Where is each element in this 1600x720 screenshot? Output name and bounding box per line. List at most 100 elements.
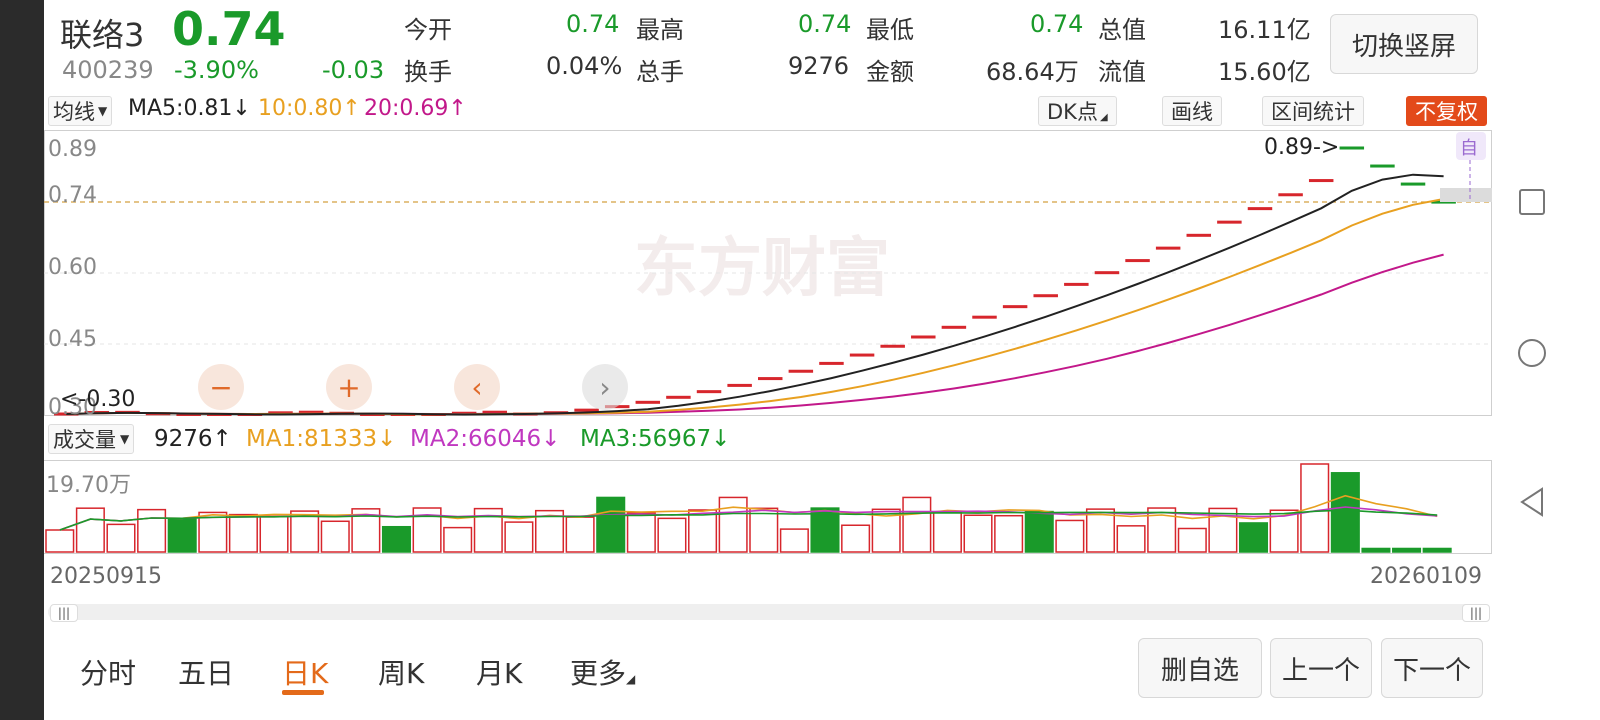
tab-five-day[interactable]: 五日 [178,652,234,692]
volume-bar [626,512,656,553]
candle [1002,305,1028,309]
tab-weekly-k[interactable]: 周K [378,652,424,692]
next-stock-button[interactable]: 下一个 [1381,638,1483,698]
recents-square-icon[interactable] [1516,186,1548,218]
stat-label-high: 最高 [636,16,684,44]
zoom-in-button[interactable]: + [326,364,372,410]
candle [1125,259,1150,263]
stat-value-open: 0.74 [566,10,620,38]
volume-bar [1361,547,1391,553]
candle [1278,193,1303,197]
volume-bar [994,514,1024,553]
candle [727,383,752,387]
ma-toolbar: 均线 ▼ MA5:0.81↓ 10:0.80↑ 20:0.69↑ DK点 ◢ 画… [44,90,1494,128]
chart-watermark: 东方财富 [634,232,890,306]
zoom-out-button[interactable]: − [198,364,244,410]
switch-portrait-button[interactable]: 切换竖屏 [1330,14,1478,74]
ma-selector-label: 均线 [53,100,95,124]
ma5-readout: MA5:0.81↓ [128,96,251,121]
candle [1094,271,1120,275]
stat-label-amount: 金额 [866,58,914,86]
price-tag-box [1440,188,1492,202]
volume-bar [290,510,320,553]
volume-bar [779,528,809,553]
volume-chart[interactable]: 19.70万 [44,460,1492,554]
back-triangle-icon[interactable] [1516,486,1548,518]
candle [1064,282,1089,286]
home-circle-icon[interactable] [1516,337,1548,369]
range-stats-button[interactable]: 区间统计 [1262,96,1364,126]
volume-bar [657,517,687,553]
candle [911,335,936,339]
candle [1217,220,1242,224]
kline-chart[interactable]: 东方财富 0.89 0.74 0.60 0.45 0.30 0.89-> <-0… [44,130,1492,416]
y-label-0-45: 0.45 [48,327,97,352]
volume-bar [841,524,871,553]
max-price-label: 0.89-> [1264,135,1339,160]
volume-selector[interactable]: 成交量 ▼ [48,424,135,454]
scroll-left-button[interactable]: ‹ [454,364,500,410]
previous-stock-button[interactable]: 上一个 [1270,638,1372,698]
stat-value-float-value: 15.60亿 [1218,58,1311,86]
remove-watchlist-button[interactable]: 删自选 [1138,638,1262,698]
candle [635,400,661,404]
scroll-right-button[interactable]: › [582,364,628,410]
stock-price: 0.74 [172,2,286,56]
stock-code: 400239 [62,56,154,84]
stat-label-low: 最低 [866,16,914,44]
stat-value-low: 0.74 [1030,10,1084,38]
volume-bar [596,496,626,553]
volume-bar [1300,463,1330,553]
candle [972,315,997,319]
volume-bar [137,508,167,553]
end-date-label: 20260109 [1370,564,1482,589]
tab-more[interactable]: 更多◢ [570,652,635,692]
volume-bar [718,496,748,553]
volume-bar [443,526,473,553]
candle [696,390,722,394]
start-date-label: 20250915 [50,564,162,589]
chevron-right-icon: › [599,370,611,404]
volume-ma2: MA2:66046↓ [410,426,561,452]
volume-bar [1024,510,1054,553]
grip-icon: ||| [1469,606,1483,620]
candle [1186,233,1212,237]
auto-badge[interactable]: 自 [1460,138,1478,159]
tab-daily-k[interactable]: 日K [282,652,328,692]
tab-intraday[interactable]: 分时 [80,652,136,692]
volume-bar [1238,522,1269,553]
volume-bar [106,523,136,553]
volume-bar [565,516,595,553]
ma-selector[interactable]: 均线 ▼ [48,96,113,126]
scrollbar-right-handle[interactable]: ||| [1462,604,1490,622]
volume-bar [381,525,411,553]
y-label-0-74: 0.74 [48,183,97,208]
volume-bar [932,511,962,553]
dropdown-arrow-icon: ▼ [120,432,130,446]
no-adjust-button[interactable]: 不复权 [1406,96,1487,126]
plus-icon: + [337,370,361,404]
tab-monthly-k[interactable]: 月K [476,652,522,692]
range-scrollbar[interactable] [48,604,1490,620]
volume-selector-label: 成交量 [53,428,116,452]
volume-bar [1055,519,1085,553]
stat-label-total-volume: 总手 [636,58,684,86]
candle [666,395,691,399]
candle [788,369,814,373]
corner-triangle-icon: ◢ [1099,111,1108,123]
volume-bar [1422,547,1452,553]
candle [819,361,844,365]
scrollbar-left-handle[interactable]: ||| [50,604,78,622]
volume-bar [45,529,75,553]
chevron-left-icon: ‹ [471,370,483,404]
volume-bar [1392,547,1422,553]
candle [1247,207,1273,211]
draw-line-button[interactable]: 画线 [1162,96,1222,126]
candle [1155,246,1181,250]
stat-label-total-value: 总值 [1098,16,1146,44]
candle [880,344,905,348]
stat-value-high: 0.74 [798,10,852,38]
dk-point-button[interactable]: DK点 ◢ [1038,96,1117,126]
stat-value-total-value: 16.11亿 [1218,16,1311,44]
y-label-0-60: 0.60 [48,255,97,280]
